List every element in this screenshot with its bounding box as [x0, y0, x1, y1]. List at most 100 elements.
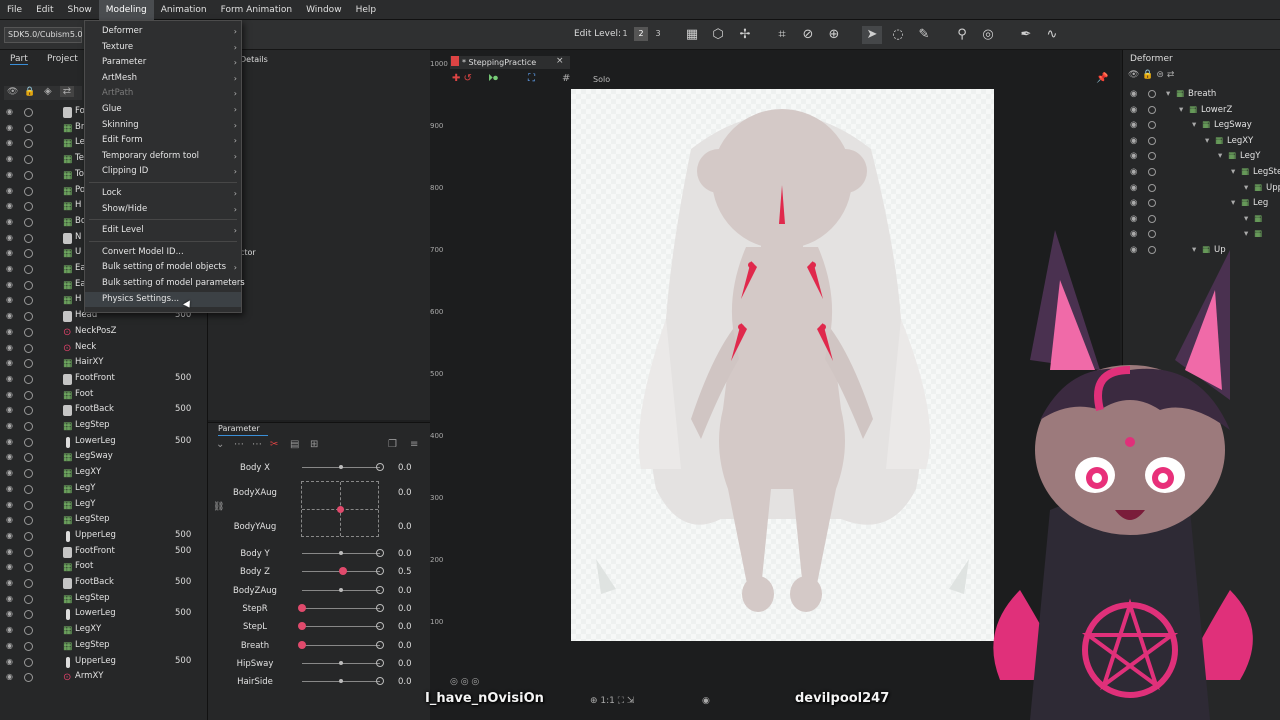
eye-icon[interactable]: ◉	[6, 123, 16, 132]
parameter-row[interactable]: StepL 0.0	[210, 618, 420, 636]
deformer-row[interactable]: ◉ ▾ ▦ LegY	[1130, 150, 1280, 165]
eye-icon[interactable]: ◉	[6, 249, 16, 257]
part-row[interactable]: ◉ ▦ LegXY	[0, 623, 206, 639]
parameter-value[interactable]: 0.0	[398, 622, 412, 632]
close-icon[interactable]: ×	[556, 56, 564, 66]
part-row[interactable]: ◉ UpperLeg 500	[0, 655, 206, 671]
lock-toggle-icon[interactable]	[24, 123, 33, 133]
parameter-slider-knob[interactable]	[338, 567, 347, 575]
eye-icon[interactable]: ◉	[6, 453, 16, 461]
lock-toggle-icon[interactable]	[24, 186, 33, 196]
part-row[interactable]: ◉ ▦ LegStep	[0, 513, 206, 529]
lock-toggle-icon[interactable]	[1148, 199, 1156, 208]
menu-form-animation[interactable]: Form Animation	[214, 0, 299, 20]
eye-icon[interactable]: ◉	[6, 673, 16, 681]
deformer-title[interactable]: Deformer	[1130, 54, 1173, 64]
menu-help[interactable]: Help	[349, 0, 384, 20]
tab-project[interactable]: Project	[47, 54, 78, 64]
lock-toggle-icon[interactable]	[1148, 105, 1156, 114]
parameter-value[interactable]: 0.5	[398, 567, 412, 577]
part-row[interactable]: ◉ ⊙ Neck	[0, 341, 206, 357]
menu-item-convert-model-id[interactable]: Convert Model ID...	[85, 245, 241, 260]
eye-icon[interactable]: ◉	[6, 327, 16, 336]
eye-icon[interactable]: ◉	[6, 374, 16, 383]
parameter-value[interactable]: 0.0	[398, 488, 412, 498]
menu-item-bulk-setting-of-model-parameters[interactable]: Bulk setting of model parameters ›	[85, 276, 245, 291]
parameter-slider-knob[interactable]	[298, 641, 306, 649]
eye-icon[interactable]: ◉	[6, 312, 16, 320]
deformer-row[interactable]: ◉ ▾ ▦ Breath	[1130, 88, 1280, 103]
2d-parameter-grid[interactable]	[301, 481, 379, 537]
eye-icon[interactable]: ◉	[1130, 167, 1137, 177]
tab-parameter[interactable]: Parameter	[218, 424, 268, 436]
part-row[interactable]: ◉ ▦ LegStep	[0, 592, 206, 608]
lock-toggle-icon[interactable]	[24, 265, 33, 274]
eye-icon[interactable]: ◉	[1130, 183, 1137, 193]
part-row[interactable]: ◉ ▦ Foot	[0, 560, 206, 576]
deformer-row[interactable]: ◉ ▾ ▦ LegSway	[1130, 119, 1280, 134]
menu-item-clipping-id[interactable]: Clipping ID ›	[85, 164, 241, 179]
lock-toggle-icon[interactable]	[24, 641, 33, 651]
pen-icon[interactable]: ✒	[1016, 26, 1036, 44]
lock-toggle-icon[interactable]	[24, 202, 33, 212]
frame-icon[interactable]: ⛶	[528, 73, 535, 84]
pin-canvas-icon[interactable]: 📌	[1096, 73, 1108, 84]
lock-toggle-icon[interactable]	[24, 374, 33, 384]
deformer-row[interactable]: ◉ ▾ ▦Upp	[1130, 182, 1280, 197]
eye-icon[interactable]: ◉	[6, 516, 16, 524]
edit-level-3[interactable]: 3	[651, 27, 665, 41]
eye-icon[interactable]: ◉	[6, 610, 16, 618]
eye-icon[interactable]: ◉	[6, 343, 16, 352]
lock-toggle-icon[interactable]	[24, 626, 33, 636]
model-canvas[interactable]	[571, 89, 994, 641]
parameter-slider-knob[interactable]	[339, 465, 343, 469]
lock-toggle-icon[interactable]	[24, 139, 33, 149]
tab-inspector[interactable]: ctor	[240, 248, 256, 257]
menu-item-glue[interactable]: Glue ›	[85, 102, 241, 117]
deformer-row[interactable]: ◉ ▾ ▦LegStep	[1130, 166, 1280, 181]
menu-file[interactable]: File	[0, 0, 29, 20]
parameter-row[interactable]: Body X 0.0	[210, 459, 420, 477]
lock-toggle-icon[interactable]	[24, 359, 33, 369]
edit-level-2[interactable]: 2	[634, 27, 648, 41]
eye-icon[interactable]: ◉	[6, 469, 16, 477]
eye-icon[interactable]: ◉	[6, 217, 16, 226]
grid-toggle-icon[interactable]: #	[562, 73, 570, 84]
eye-icon[interactable]: ◉	[1130, 151, 1137, 161]
menu-modeling[interactable]: Modeling	[98, 0, 154, 20]
part-row[interactable]: ◉ ▦ LegY	[0, 482, 206, 498]
lock-icon[interactable]: 🔒	[1142, 70, 1153, 80]
transform-icon[interactable]: ⌗	[772, 26, 792, 44]
eye-icon[interactable]: ◉	[6, 406, 16, 414]
mesh-tool-icon[interactable]: ⬡	[708, 26, 728, 44]
menu-item-physics-settings[interactable]: Physics Settings...	[85, 291, 241, 307]
lock-toggle-icon[interactable]	[24, 422, 33, 431]
table-icon[interactable]: ▤	[290, 439, 299, 450]
menu-item-skinning[interactable]: Skinning ›	[85, 118, 241, 133]
lock-toggle-icon[interactable]	[24, 516, 33, 526]
lock-toggle-icon[interactable]	[1148, 183, 1156, 192]
eye-icon[interactable]: ◉	[1130, 120, 1137, 130]
lock-toggle-icon[interactable]	[24, 249, 33, 259]
eye-icon[interactable]: 👁	[7, 87, 18, 97]
lasso-icon[interactable]: ◌	[888, 26, 908, 44]
lock-toggle-icon[interactable]	[24, 170, 33, 180]
eye-icon[interactable]: ◉	[6, 579, 16, 587]
parameter-value[interactable]: 0.0	[398, 641, 412, 651]
lock-toggle-icon[interactable]	[1148, 152, 1156, 161]
parameter-row[interactable]: StepR 0.0	[210, 600, 420, 618]
menu-icon[interactable]: ≡	[410, 439, 418, 450]
lock-toggle-icon[interactable]	[24, 610, 33, 620]
parameter-value[interactable]: 0.0	[398, 549, 412, 559]
key-delete-icon[interactable]: ✂	[270, 439, 278, 450]
lock-toggle-icon[interactable]	[24, 233, 33, 243]
eye-icon[interactable]: ◉	[6, 657, 16, 666]
lock-toggle-icon[interactable]	[24, 406, 33, 416]
parameter-row[interactable]: Body Z 0.5	[210, 563, 420, 581]
menu-window[interactable]: Window	[299, 0, 349, 20]
lock-toggle-icon[interactable]	[24, 500, 33, 510]
part-row[interactable]: ◉ ▦ LegStep	[0, 639, 206, 655]
key-multi-icon[interactable]: ⋯	[252, 439, 262, 450]
display-mode-icon[interactable]: ◉	[702, 696, 710, 706]
lock-toggle-icon[interactable]	[24, 453, 33, 463]
